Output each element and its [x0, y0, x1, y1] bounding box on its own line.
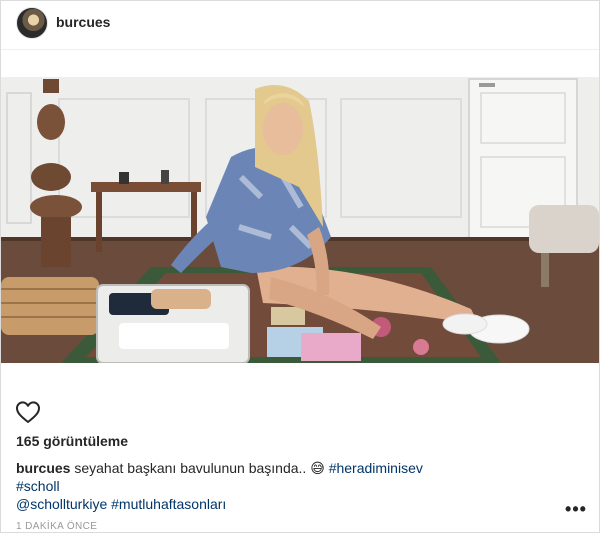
- post-card: burcues 165 görüntüleme burcues seyahat …: [0, 0, 600, 533]
- caption-line-2: #scholl: [16, 477, 576, 495]
- more-options-icon[interactable]: •••: [565, 500, 587, 518]
- caption-text: seyahat başkanı bavulunun başında..: [74, 460, 307, 476]
- post-caption: burcues seyahat başkanı bavulunun başınd…: [16, 459, 576, 513]
- caption-username[interactable]: burcues: [16, 460, 70, 476]
- avatar[interactable]: [16, 7, 48, 39]
- post-media[interactable]: [1, 77, 599, 363]
- emoji-sweat-smile-icon: 😅: [310, 460, 325, 476]
- view-count[interactable]: 165 görüntüleme: [16, 433, 128, 449]
- hashtag-link[interactable]: #mutluhaftasonları: [111, 496, 226, 512]
- hashtag-link[interactable]: #heradiminisev: [329, 460, 423, 476]
- post-header: burcues: [1, 1, 599, 50]
- mention-link[interactable]: @schollturkiye: [16, 496, 107, 512]
- post-actions: [15, 400, 41, 429]
- caption-line-3: @schollturkiye #mutluhaftasonları: [16, 495, 576, 513]
- header-username[interactable]: burcues: [56, 14, 110, 30]
- hashtag-link[interactable]: #scholl: [16, 478, 60, 494]
- caption-line-1: burcues seyahat başkanı bavulunun başınd…: [16, 459, 576, 477]
- heart-outline-icon[interactable]: [15, 400, 41, 424]
- post-timestamp[interactable]: 1 DAKİKA ÖNCE: [16, 521, 97, 532]
- media-image: [1, 77, 599, 363]
